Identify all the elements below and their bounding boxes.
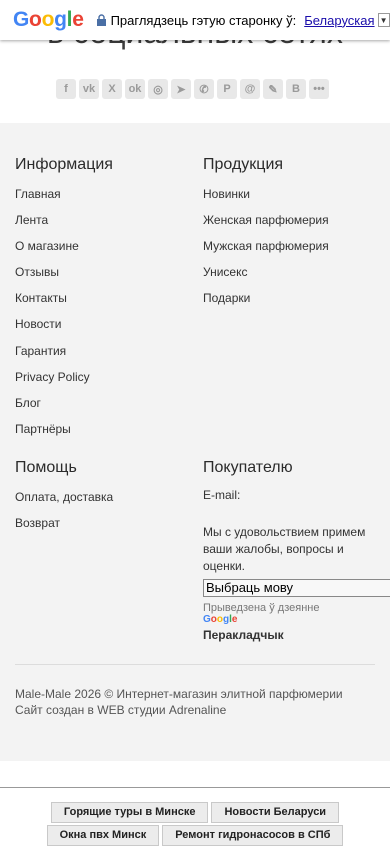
footer-link-privacy[interactable]: Privacy Policy: [15, 368, 113, 394]
share-icons: f vk X ok ◎ ➤ ✆ P @ ✎ B •••: [56, 79, 329, 99]
footer-link-reviews[interactable]: Отзывы: [15, 263, 113, 289]
footer-link-contacts[interactable]: Контакты: [15, 289, 113, 315]
footer-link-unisex[interactable]: Унисекс: [203, 263, 329, 289]
footer-link-payment[interactable]: Оплата, доставка: [15, 488, 113, 514]
buyer-title: Покупателю: [203, 459, 293, 476]
bottom-links: Горящие туры в Минске Новости Беларуси О…: [0, 802, 390, 848]
footer-link-gifts[interactable]: Подарки: [203, 289, 329, 315]
products-title: Продукция: [203, 156, 284, 173]
email-icon[interactable]: @: [240, 79, 260, 99]
footer-link-about[interactable]: О магазине: [15, 237, 113, 263]
blogger-icon[interactable]: B: [286, 79, 306, 99]
livejournal-icon[interactable]: ✎: [263, 79, 283, 99]
lock-icon: [96, 14, 106, 26]
google-small-logo: Google: [203, 614, 238, 625]
google-logo: Google: [13, 8, 84, 31]
link-hydraulic-repair[interactable]: Ремонт гидронасосов в СПб: [162, 825, 344, 846]
facebook-icon[interactable]: f: [56, 79, 76, 99]
help-column: Помощь Оплата, доставка Возврат: [15, 457, 113, 540]
feedback-note: Мы с удовольствием примем ваши жалобы, в…: [203, 525, 366, 573]
translator-link[interactable]: Перакладчык: [203, 628, 390, 642]
more-icon[interactable]: •••: [309, 79, 329, 99]
footer-link-partners[interactable]: Партнёры: [15, 420, 113, 446]
copyright-line-2: Сайт создан в WEB студии Adrenaline: [15, 703, 227, 717]
powered-by-text: Прыведзена ў дзеянне: [203, 602, 320, 614]
footer-link-women[interactable]: Женская парфюмерия: [203, 211, 329, 237]
footer-link-return[interactable]: Возврат: [15, 514, 113, 540]
footer-link-feed[interactable]: Лента: [15, 211, 113, 237]
x-icon[interactable]: X: [102, 79, 122, 99]
help-title: Помощь: [15, 459, 77, 476]
site-footer: Информация Главная Лента О магазине Отзы…: [0, 123, 390, 761]
odnoklassniki-icon[interactable]: ok: [125, 79, 145, 99]
footer-divider: [15, 664, 375, 665]
telegram-icon[interactable]: ➤: [171, 79, 191, 99]
pinterest-icon[interactable]: P: [217, 79, 237, 99]
footer-link-news[interactable]: Новости: [15, 315, 113, 341]
translate-language-link[interactable]: Беларуская: [304, 13, 374, 28]
footer-link-new[interactable]: Новинки: [203, 185, 329, 211]
copyright: Male-Male 2026 © Интернет-магазин элитно…: [15, 686, 343, 718]
link-pvc-windows[interactable]: Окна пвх Минск: [46, 825, 160, 846]
footer-link-warranty[interactable]: Гарантия: [15, 342, 113, 368]
vk-icon[interactable]: vk: [79, 79, 99, 99]
link-hot-tours[interactable]: Горящие туры в Минске: [50, 802, 209, 823]
copyright-line-1: Male-Male 2026 © Интернет-магазин элитно…: [15, 687, 343, 701]
footer-link-blog[interactable]: Блог: [15, 394, 113, 420]
footer-link-men[interactable]: Мужская парфюмерия: [203, 237, 329, 263]
email-label: E-mail:: [203, 488, 241, 502]
info-column: Информация Главная Лента О магазине Отзы…: [15, 154, 113, 446]
chevron-down-icon[interactable]: ▼: [377, 13, 390, 27]
whatsapp-icon[interactable]: ◎: [148, 79, 168, 99]
buyer-column: Покупателю E-mail: Мы с удовольствием пр…: [203, 457, 390, 642]
link-belarus-news[interactable]: Новости Беларуси: [211, 802, 340, 823]
translate-bar: Google Праглядзець гэтую старонку ў: Бел…: [0, 0, 390, 40]
language-select[interactable]: Выбраць мову: [203, 579, 390, 597]
footer-link-home[interactable]: Главная: [15, 185, 113, 211]
products-column: Продукция Новинки Женская парфюмерия Муж…: [203, 154, 329, 315]
translate-prompt: Праглядзець гэтую старонку ў:: [110, 12, 297, 28]
bottom-divider: [0, 787, 390, 788]
viber-icon[interactable]: ✆: [194, 79, 214, 99]
info-title: Информация: [15, 156, 113, 173]
